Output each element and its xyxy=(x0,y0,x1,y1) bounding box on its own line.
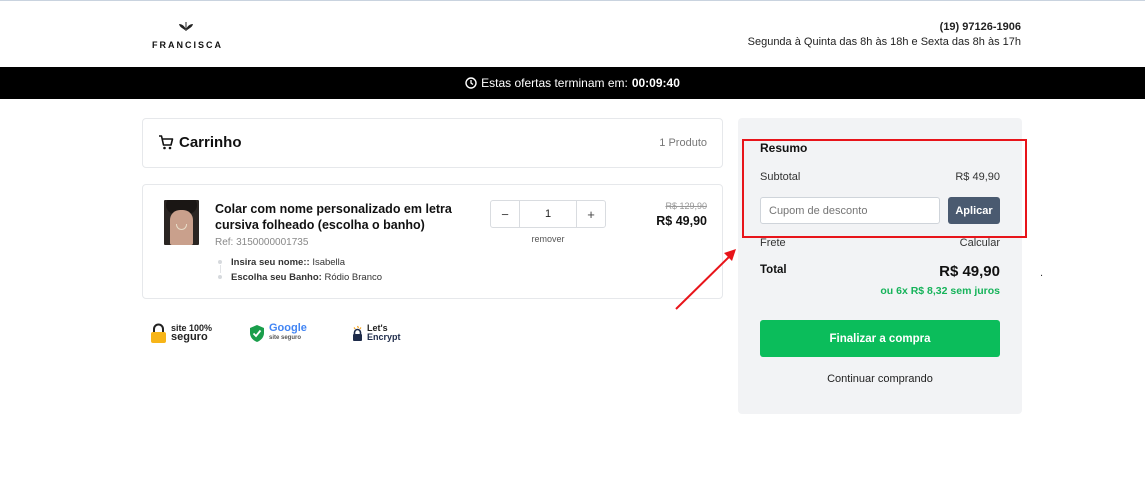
brand-logo[interactable]: FRANCISCA xyxy=(152,22,223,53)
padlock-icon xyxy=(151,323,166,343)
option-name: Insira seu nome:: Isabella xyxy=(217,255,382,273)
option-value: Isabella xyxy=(312,257,346,268)
continue-shopping-link[interactable]: Continuar comprando xyxy=(760,373,1000,385)
cart-header: Carrinho 1 Produto xyxy=(142,118,723,168)
option-label: Escolha seu Banho: xyxy=(231,272,322,283)
logo-leaf-icon xyxy=(179,22,193,31)
seal-bottom: seguro xyxy=(171,331,208,343)
offer-timer-bar: Estas ofertas terminam em: 00:09:40 xyxy=(0,67,1145,99)
seal-bottom: site seguro xyxy=(269,335,302,341)
cart-product-row: Colar com nome personalizado em letra cu… xyxy=(142,184,723,299)
stray-mark: . xyxy=(1040,267,1044,279)
contact-info: (19) 97126-1906 Segunda à Quinta das 8h … xyxy=(748,20,1021,50)
product-thumbnail[interactable] xyxy=(164,200,199,245)
seal-top: Google xyxy=(269,322,307,334)
business-hours: Segunda à Quinta das 8h às 18h e Sexta d… xyxy=(747,36,1021,48)
quantity-stepper: − 1 + xyxy=(490,200,606,228)
timer-text: Estas ofertas terminam em: xyxy=(481,76,628,90)
cart-icon xyxy=(159,135,174,150)
option-label: Insira seu nome:: xyxy=(231,257,310,268)
site-seguro-text: site 100% seguro xyxy=(171,324,212,343)
old-price: R$ 129,90 xyxy=(665,201,707,211)
product-options: Insira seu nome:: Isabella Escolha seu B… xyxy=(217,255,382,285)
phone-number: (19) 97126-1906 xyxy=(939,21,1021,33)
shipping-row: Frete Calcular xyxy=(760,237,1000,249)
cart-item-count: 1 Produto xyxy=(659,137,707,149)
annotation-arrow-icon xyxy=(675,249,736,310)
total-label: Total xyxy=(760,264,787,276)
lock-icon xyxy=(353,325,362,341)
google-safe-seal: Google site seguro xyxy=(249,322,307,344)
option-banho: Escolha seu Banho: Ródio Branco xyxy=(217,270,382,285)
site-seguro-seal: site 100% seguro xyxy=(150,322,212,344)
remove-link[interactable]: remover xyxy=(490,234,606,244)
timer-countdown: 00:09:40 xyxy=(631,76,680,90)
total-value: R$ 49,90 xyxy=(939,263,1000,280)
seal-bottom: Encrypt xyxy=(367,332,401,342)
clock-icon xyxy=(465,77,477,89)
qty-increase-button[interactable]: + xyxy=(577,201,605,227)
shipping-label: Frete xyxy=(760,237,786,249)
cart-title-wrap: Carrinho xyxy=(158,134,242,151)
product-ref: Ref: 3150000001735 xyxy=(215,237,309,248)
qty-value[interactable]: 1 xyxy=(519,201,577,227)
checkout-button[interactable]: Finalizar a compra xyxy=(760,320,1000,357)
lets-encrypt-seal: Let's Encrypt xyxy=(352,322,401,344)
top-border xyxy=(0,0,1145,1)
product-price: R$ 49,90 xyxy=(656,214,707,228)
annotation-highlight-box xyxy=(742,139,1027,238)
brand-name: FRANCISCA xyxy=(152,40,223,50)
lets-encrypt-text: Let's Encrypt xyxy=(367,324,401,342)
installments-text: ou 6x R$ 8,32 sem juros xyxy=(880,285,1000,297)
option-value: Ródio Branco xyxy=(324,272,383,283)
cart-title: Carrinho xyxy=(179,134,242,151)
product-name[interactable]: Colar com nome personalizado em letra cu… xyxy=(215,201,490,233)
calculate-shipping-link[interactable]: Calcular xyxy=(960,237,1000,249)
google-seal-text: Google site seguro xyxy=(269,323,307,343)
shield-check-icon xyxy=(250,324,264,342)
qty-decrease-button[interactable]: − xyxy=(491,201,519,227)
